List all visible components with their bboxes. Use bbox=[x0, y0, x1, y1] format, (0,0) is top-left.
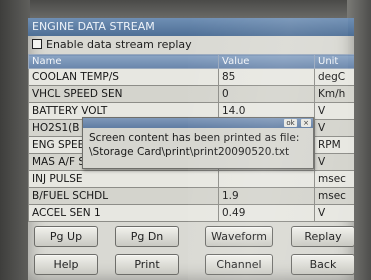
column-header-value: Value bbox=[218, 54, 315, 69]
dialog-message-line1: Screen content has been printed as file: bbox=[89, 132, 300, 144]
waveform-button[interactable]: Waveform bbox=[205, 226, 273, 247]
dialog-message: Screen content has been printed as file:… bbox=[89, 131, 311, 159]
param-name: COOLAN TEMP/S bbox=[28, 68, 219, 86]
table-row[interactable]: VHCL SPEED SEN 0 Km/h bbox=[28, 85, 354, 103]
param-name: VHCL SPEED SEN bbox=[28, 85, 219, 103]
table-row[interactable]: COOLAN TEMP/S 85 degC bbox=[28, 68, 354, 86]
param-name: B/FUEL SCHDL bbox=[28, 187, 219, 205]
param-name: INJ PULSE bbox=[28, 170, 219, 188]
param-unit: V bbox=[314, 204, 354, 222]
window-title: ENGINE DATA STREAM bbox=[32, 20, 155, 33]
param-value: 0 bbox=[218, 85, 315, 103]
column-header-name: Name bbox=[28, 54, 219, 69]
device-screen: ENGINE DATA STREAM Enable data stream re… bbox=[28, 18, 354, 280]
pg-up-button[interactable]: Pg Up bbox=[34, 226, 98, 247]
param-unit: V bbox=[314, 102, 354, 120]
param-unit: Km/h bbox=[314, 85, 354, 103]
back-button[interactable]: Back bbox=[291, 254, 354, 275]
column-header-unit: Unit bbox=[314, 54, 354, 69]
replay-button[interactable]: Replay bbox=[291, 226, 354, 247]
param-unit: V bbox=[314, 119, 354, 137]
replay-option[interactable]: Enable data stream replay bbox=[28, 37, 354, 53]
dialog-title-bar: ok × bbox=[83, 118, 313, 128]
param-unit: msec bbox=[314, 170, 354, 188]
device-bezel-left bbox=[0, 0, 30, 280]
table-row[interactable]: B/FUEL SCHDL 1.9 msec bbox=[28, 187, 354, 205]
param-value bbox=[218, 170, 315, 188]
param-unit: V bbox=[314, 153, 354, 171]
param-unit: msec bbox=[314, 187, 354, 205]
dialog-file-path: \Storage Card\print\print20090520.txt bbox=[89, 146, 290, 158]
close-icon[interactable]: × bbox=[301, 119, 311, 127]
param-value: 0.49 bbox=[218, 204, 315, 222]
replay-label: Enable data stream replay bbox=[46, 38, 192, 51]
print-button[interactable]: Print bbox=[115, 254, 179, 275]
param-unit: RPM bbox=[314, 136, 354, 154]
channel-button[interactable]: Channel bbox=[205, 254, 273, 275]
device-bezel-top bbox=[0, 0, 371, 19]
param-unit: degC bbox=[314, 68, 354, 86]
dialog-ok-button[interactable]: ok bbox=[284, 119, 297, 127]
window-title-bar: ENGINE DATA STREAM bbox=[28, 18, 354, 36]
replay-checkbox[interactable] bbox=[32, 39, 42, 49]
pg-dn-button[interactable]: Pg Dn bbox=[115, 226, 179, 247]
print-notification-dialog: ok × Screen content has been printed as … bbox=[82, 117, 314, 169]
table-row[interactable]: INJ PULSE msec bbox=[28, 170, 354, 188]
table-row[interactable]: ACCEL SEN 1 0.49 V bbox=[28, 204, 354, 222]
help-button[interactable]: Help bbox=[34, 254, 98, 275]
table-header-row: Name Value Unit bbox=[28, 54, 354, 69]
param-value: 85 bbox=[218, 68, 315, 86]
param-value: 1.9 bbox=[218, 187, 315, 205]
param-name: ACCEL SEN 1 bbox=[28, 204, 219, 222]
